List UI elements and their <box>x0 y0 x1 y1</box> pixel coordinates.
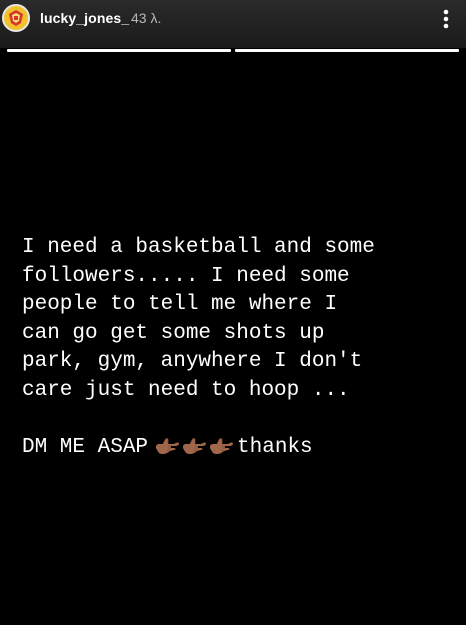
call-me-hand-icon <box>181 435 208 457</box>
story-progress-bar <box>7 49 459 52</box>
call-me-hand-icon <box>208 435 235 457</box>
progress-fill <box>7 49 231 52</box>
story-text: I need a basketball and some followers..… <box>22 234 462 467</box>
cta-text: DM ME ASAP <box>22 435 149 459</box>
story-text-line: care just need to hoop ... <box>22 378 350 402</box>
timestamp: 43 λ. <box>131 10 162 26</box>
story-text-line: I need a basketball and some <box>22 236 375 259</box>
story-text-line: followers..... I need some <box>22 264 350 288</box>
story-header: lucky_jones_ 43 λ. <box>0 0 466 48</box>
story-text-spacer <box>22 405 462 434</box>
emoji-group <box>154 435 235 468</box>
call-me-hand-icon <box>154 435 181 457</box>
story-text-line: people to tell me where I <box>22 293 338 316</box>
progress-fill <box>235 49 459 52</box>
story-text-line: can go get some shots up <box>22 321 325 345</box>
cta-suffix: thanks <box>237 435 313 459</box>
story-viewer: lucky_jones_ 43 λ. I need a basketball a… <box>0 0 466 625</box>
username[interactable]: lucky_jones_ <box>40 10 129 26</box>
progress-segment <box>235 49 459 52</box>
story-cta-line: DM ME ASAP thanks <box>22 434 462 468</box>
avatar-icon[interactable] <box>2 4 30 32</box>
story-text-line: park, gym, anywhere I don't <box>22 350 363 373</box>
progress-segment <box>7 49 231 52</box>
more-vertical-icon[interactable] <box>436 7 456 31</box>
